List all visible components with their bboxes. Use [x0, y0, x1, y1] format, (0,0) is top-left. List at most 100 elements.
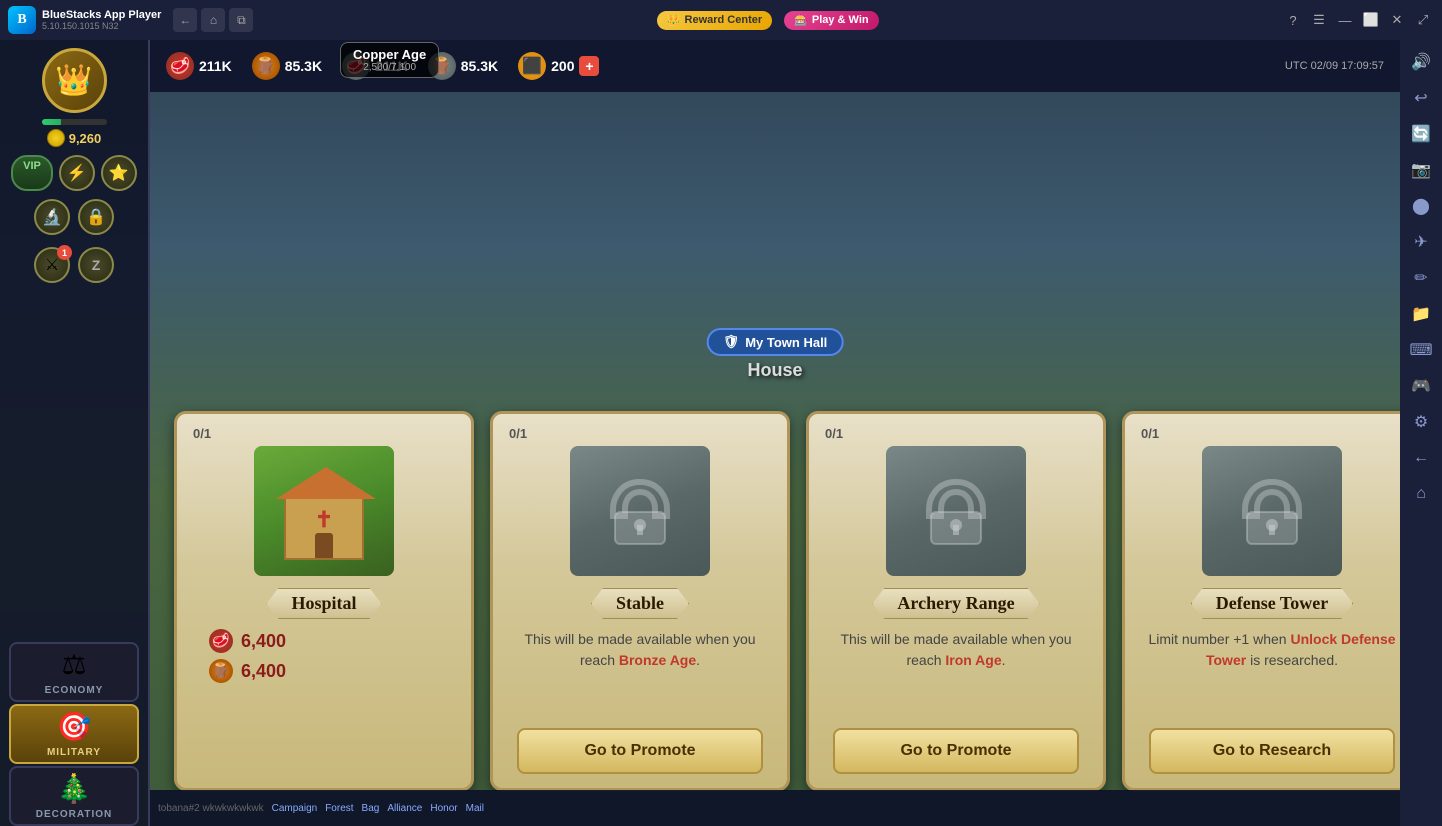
play-win-label: Play & Win	[812, 14, 869, 26]
cards-wrapper[interactable]: 0/1 ✝ Hospital	[150, 391, 1400, 791]
lock-shortcut-button[interactable]: 🔒	[78, 199, 114, 235]
alliance-link[interactable]: Alliance	[387, 803, 422, 814]
decoration-label: DECORATION	[36, 809, 112, 820]
stable-name-banner: Stable	[591, 588, 689, 619]
military-icon: 🎯	[57, 710, 92, 744]
cross-icon: ✝	[315, 507, 333, 533]
keyboard-button[interactable]: ⌨	[1405, 334, 1437, 366]
sidebar-item-decoration[interactable]: 🎄 DECORATION	[9, 766, 139, 826]
speed-button[interactable]: ⚡	[59, 155, 95, 191]
military-shortcut-button[interactable]: ⚔ 1	[34, 247, 70, 283]
defense-counter: 0/1	[1141, 426, 1159, 441]
military-label: MILITARY	[47, 747, 101, 758]
settings-button[interactable]: ⚙	[1405, 406, 1437, 438]
building-type-header: House	[747, 360, 802, 381]
expand-button[interactable]: ⤢	[1412, 9, 1434, 31]
bluestacks-logo: B BlueStacks App Player 5.10.150.1015 N3…	[8, 6, 161, 34]
bronze-age-highlight: Bronze Age	[619, 652, 696, 668]
gold-plus-button[interactable]: +	[579, 56, 599, 76]
star-button[interactable]: ⭐	[101, 155, 137, 191]
main-content: 🛡 My Town Hall House 0/1 ✝	[150, 40, 1400, 826]
rotate-button[interactable]: 🔄	[1405, 118, 1437, 150]
archery-description: This will be made available when you rea…	[821, 629, 1091, 671]
wood-icon: 🪵	[252, 52, 280, 80]
defense-tower-locked-overlay	[1202, 446, 1342, 576]
minimize-button[interactable]: —	[1334, 9, 1356, 31]
defense-action-button[interactable]: Go to Research	[1149, 728, 1395, 774]
sidebar-item-military[interactable]: 🎯 MILITARY	[9, 704, 139, 764]
flight-button[interactable]: ✈	[1405, 226, 1437, 258]
nav-back-button[interactable]: ←	[173, 8, 197, 32]
age-name: Copper Age	[353, 47, 426, 62]
utc-display: UTC 02/09 17:09:57	[1285, 60, 1384, 72]
play-win-button[interactable]: 🎰 Play & Win	[784, 11, 878, 30]
bag-link[interactable]: Bag	[362, 803, 380, 814]
meat-cost-row: 🥩 6,400	[209, 629, 286, 653]
player-avatar[interactable]: 👑	[42, 48, 107, 113]
nav-windows-button[interactable]: ⧉	[229, 8, 253, 32]
z-shortcut-button[interactable]: Z	[78, 247, 114, 283]
sidebar-nav-section: ⚖ ECONOMY 🎯 MILITARY 🎄 DECORATION	[0, 642, 148, 826]
nav-home-button[interactable]: ⌂	[201, 8, 225, 32]
meat-value: 211K	[199, 58, 232, 74]
defense-description: Limit number +1 when Unlock Defense Towe…	[1137, 629, 1400, 671]
wood-value: 85.3K	[285, 58, 322, 74]
stable-card: 0/1	[490, 411, 790, 791]
wood-cost-row: 🪵 6,400	[209, 659, 286, 683]
right-toolbar: 🔊 ↩ 🔄 📷 ⬤ ✈ ✏ 📁 ⌨ 🎮 ⚙ ← ⌂	[1400, 40, 1442, 826]
bs-title: BlueStacks App Player	[42, 9, 161, 21]
hospital-name-banner: Hospital	[266, 588, 381, 619]
archery-counter: 0/1	[825, 426, 843, 441]
sidebar-item-economy[interactable]: ⚖ ECONOMY	[9, 642, 139, 702]
coin-value: 9,260	[69, 131, 102, 146]
hospital-cost: 🥩 6,400 🪵 6,400	[189, 629, 459, 683]
help-button[interactable]: ?	[1282, 9, 1304, 31]
maximize-button[interactable]: ⬜	[1360, 9, 1382, 31]
mail-link[interactable]: Mail	[466, 803, 484, 814]
town-hall-marker: 🛡 My Town Hall	[707, 328, 844, 356]
archery-name: Archery Range	[872, 588, 1039, 619]
defense-lock-svg	[1237, 474, 1307, 549]
ore-value: 85.3K	[461, 58, 498, 74]
economy-label: ECONOMY	[45, 685, 104, 696]
refresh-button[interactable]: ↩	[1405, 82, 1437, 114]
lock-svg	[605, 474, 675, 549]
gamepad-button[interactable]: 🎮	[1405, 370, 1437, 402]
defense-lock-svg-icon	[1237, 474, 1307, 549]
age-display: Copper Age 2,500/7,100	[340, 42, 439, 78]
vip-button[interactable]: VIP	[11, 155, 53, 191]
player-xp-fill	[42, 119, 62, 125]
forest-link[interactable]: Forest	[325, 803, 353, 814]
meat-resource: 🥩 211K	[166, 52, 232, 80]
stable-description: This will be made available when you rea…	[505, 629, 775, 671]
campaign-link[interactable]: Campaign	[272, 803, 318, 814]
town-hall-label: My Town Hall	[745, 335, 827, 350]
top-bar-center: 👑 Reward Center 🎰 Play & Win	[261, 11, 1274, 30]
research-shortcut-button[interactable]: 🔬	[34, 199, 70, 235]
defense-tower-card: 0/1	[1122, 411, 1400, 791]
folder-button[interactable]: 📁	[1405, 298, 1437, 330]
camera-button[interactable]: 📷	[1405, 154, 1437, 186]
meat-cost-value: 6,400	[241, 631, 286, 652]
record-button[interactable]: ⬤	[1405, 190, 1437, 222]
play-win-icon: 🎰	[794, 14, 808, 27]
archery-range-card: 0/1	[806, 411, 1106, 791]
defense-tower-image	[1202, 446, 1342, 576]
honor-link[interactable]: Honor	[430, 803, 457, 814]
menu-button[interactable]: ☰	[1308, 9, 1330, 31]
archery-action-button[interactable]: Go to Promote	[833, 728, 1079, 774]
house-roof	[276, 467, 376, 499]
military-badge: 1	[57, 245, 72, 260]
volume-button[interactable]: 🔊	[1405, 46, 1437, 78]
shield-icon: 🛡	[723, 334, 740, 350]
close-button[interactable]: ✕	[1386, 9, 1408, 31]
stable-name-text: Stable	[616, 593, 664, 613]
defense-name-banner: Defense Tower	[1191, 588, 1353, 619]
home-button[interactable]: ⌂	[1405, 478, 1437, 510]
edit-button[interactable]: ✏	[1405, 262, 1437, 294]
defense-name-text: Defense Tower	[1216, 593, 1328, 613]
bottom-bar: tobana#2 wkwkwkwkwk Campaign Forest Bag …	[150, 790, 1400, 826]
back-button[interactable]: ←	[1405, 442, 1437, 474]
stable-action-button[interactable]: Go to Promote	[517, 728, 763, 774]
reward-center-button[interactable]: 👑 Reward Center	[657, 11, 772, 30]
